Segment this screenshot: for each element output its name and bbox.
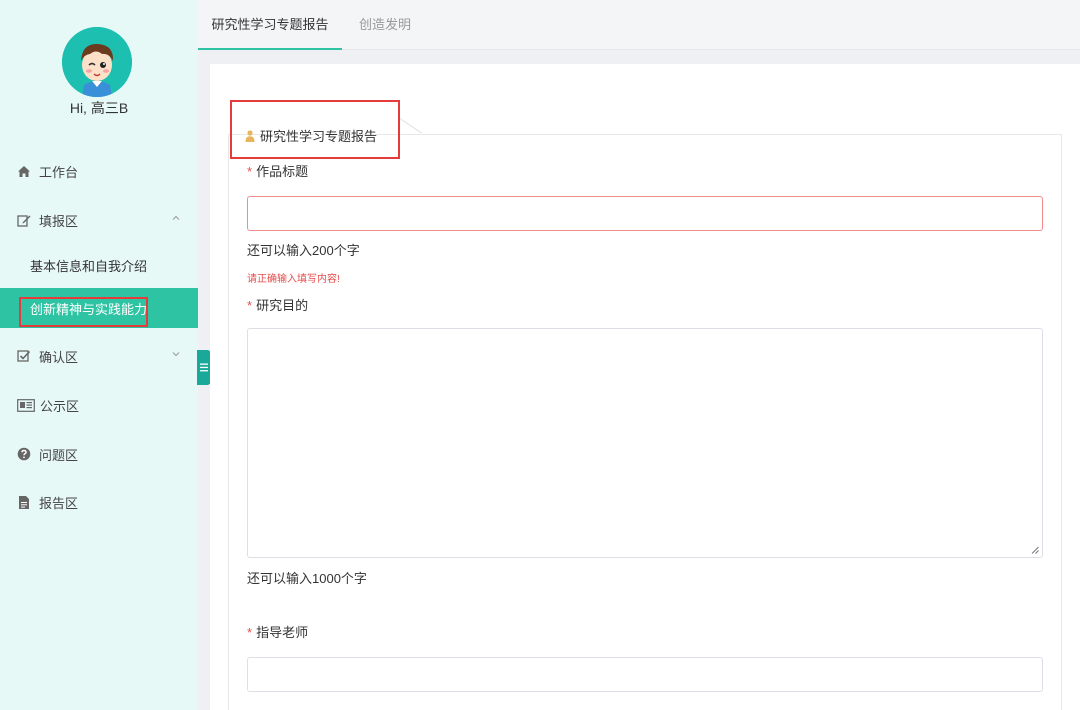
purpose-char-counter: 还可以输入1000个字: [247, 571, 367, 586]
sidebar: Hi, 高三B 工作台 填报区 基本信息和自我介绍 创新精神与实践能力 确认区 …: [0, 0, 198, 710]
highlight-box-sidebar: [19, 297, 148, 327]
sidebar-item-label: 公示区: [40, 398, 80, 414]
sidebar-item-label: 确认区: [39, 349, 79, 365]
highlight-box-section: [230, 100, 400, 159]
newspaper-icon: [17, 398, 35, 412]
user-greeting: Hi, 高三B: [69, 100, 129, 116]
sidebar-item-label: 填报区: [39, 213, 79, 229]
chevron-down-icon: [172, 352, 180, 357]
sidebar-item-label: 问题区: [39, 447, 79, 463]
sidebar-subitem-basic-info[interactable]: 基本信息和自我介绍: [0, 245, 198, 285]
sidebar-subitem-label: 基本信息和自我介绍: [30, 258, 148, 274]
title-error-message: 请正确输入填写内容!: [247, 274, 340, 285]
purpose-field-label: * 研究目的: [247, 295, 308, 314]
advisor-field-label: * 指导老师: [247, 622, 308, 641]
purpose-textarea[interactable]: [247, 328, 1043, 558]
sidebar-collapse-toggle[interactable]: [197, 350, 211, 385]
sidebar-item-question-area[interactable]: 问题区: [0, 434, 198, 474]
top-tab-bar: 研究性学习专题报告 创造发明: [198, 0, 1080, 50]
sidebar-item-confirm-area[interactable]: 确认区: [0, 336, 198, 376]
avatar[interactable]: [62, 27, 132, 97]
resize-handle-icon[interactable]: [1031, 546, 1039, 554]
required-marker: *: [247, 164, 253, 179]
chevron-up-icon: [172, 215, 180, 220]
question-circle-icon: [17, 447, 31, 461]
sidebar-item-workbench[interactable]: 工作台: [0, 151, 198, 191]
home-icon: [17, 164, 31, 178]
title-input[interactable]: [247, 196, 1043, 231]
required-marker: *: [247, 625, 253, 640]
sidebar-item-label: 工作台: [39, 164, 79, 180]
avatar-cartoon-icon: [62, 27, 132, 97]
required-marker: *: [247, 298, 253, 313]
sidebar-item-report-area[interactable]: 报告区: [0, 482, 198, 522]
title-field-label: * 作品标题: [247, 161, 308, 180]
sidebar-item-fill-area[interactable]: 填报区: [0, 200, 198, 240]
advisor-input[interactable]: [247, 657, 1043, 692]
tab-research-report[interactable]: 研究性学习专题报告: [198, 0, 342, 50]
check-square-icon: [17, 349, 31, 363]
file-icon: [17, 495, 31, 509]
sidebar-item-public-area[interactable]: 公示区: [0, 385, 198, 425]
menu-icon: [200, 363, 208, 372]
tab-invention[interactable]: 创造发明: [359, 0, 411, 50]
label-text: 作品标题: [256, 164, 309, 179]
sidebar-item-label: 报告区: [39, 495, 79, 511]
label-text: 研究目的: [256, 298, 309, 313]
edit-icon: [17, 213, 31, 227]
title-char-counter: 还可以输入200个字: [247, 243, 360, 258]
label-text: 指导老师: [256, 625, 309, 640]
